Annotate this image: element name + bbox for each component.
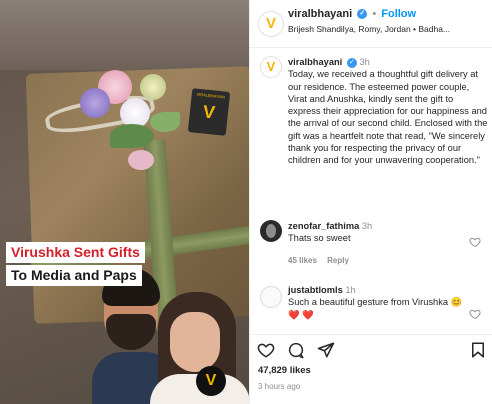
separator-dot: • [372, 8, 377, 20]
brand-badge-icon: V [196, 366, 226, 396]
post-timestamp: 3 hours ago [258, 382, 301, 391]
headline-line-1: Virushka Sent Gifts [6, 242, 145, 263]
flower-decoration [140, 74, 166, 100]
flower-decoration [80, 88, 110, 118]
verified-badge-icon: ✓ [357, 9, 368, 20]
brand-card-text: VIRALBHAYANI [196, 91, 226, 100]
heart-outline-icon[interactable] [469, 236, 481, 248]
comment-likes[interactable]: 45 likes [288, 256, 317, 265]
comment-meta: 45 likes Reply [288, 256, 357, 265]
leaf-decoration [110, 124, 154, 148]
action-bar: 47,829 likes 3 hours ago [250, 334, 492, 404]
commenter-avatar[interactable] [260, 286, 282, 308]
profile-avatar[interactable]: V [258, 11, 284, 37]
caption-text-block: viralbhayani ✓ 3h Today, we received a t… [288, 56, 488, 167]
like-count[interactable]: 47,829 likes [258, 365, 311, 376]
share-icon[interactable] [317, 341, 335, 359]
comment-body: justabtlomls 1h Such a beautiful gesture… [288, 284, 463, 321]
audio-subtitle[interactable]: Brijesh Shandilya, Romy, Jordan • Badha.… [288, 24, 450, 34]
caption-username[interactable]: viralbhayani [288, 57, 342, 67]
headline-line-2: To Media and Paps [6, 265, 142, 286]
comment-icon[interactable] [287, 341, 305, 359]
reply-button[interactable]: Reply [327, 256, 349, 265]
caption-time: 3h [359, 57, 370, 67]
caption-avatar[interactable]: V [260, 56, 282, 78]
commenter-avatar[interactable] [260, 220, 282, 242]
verified-badge-icon: ✓ [346, 57, 357, 68]
header-username[interactable]: viralbhayani [288, 8, 352, 20]
comment-text: Such a beautiful gesture from Virushka 😊… [288, 297, 463, 320]
comments-section[interactable]: V viralbhayani ✓ 3h Today, we received a… [250, 48, 492, 334]
heart-outline-icon[interactable] [469, 308, 481, 320]
comment-time: 3h [361, 221, 373, 231]
header-user-line: viralbhayani ✓ • Follow [288, 8, 416, 20]
like-heart-icon[interactable] [257, 341, 275, 359]
media-background [0, 0, 249, 70]
flower-decoration [128, 150, 154, 170]
comment-username[interactable]: zenofar_fathima [288, 221, 359, 231]
brand-card: VIRALBHAYANI V [187, 88, 231, 136]
caption-text: Today, we received a thoughtful gift del… [288, 69, 488, 166]
leaf-decoration [150, 112, 180, 132]
comment-body: zenofar_fathima 3h Thats so sweet [288, 220, 463, 245]
comment-time: 1h [345, 285, 356, 295]
comment-username[interactable]: justabtlomls [288, 285, 343, 295]
comment-text: Thats so sweet [288, 233, 351, 244]
follow-button[interactable]: Follow [381, 8, 416, 20]
brand-logo-icon: V [201, 101, 217, 123]
media-headline: Virushka Sent Gifts To Media and Paps [6, 242, 145, 288]
post-media[interactable]: VIRALBHAYANI V Virushka Sent Gifts To Me… [0, 0, 249, 404]
post-panel: V viralbhayani ✓ • Follow Brijesh Shandi… [249, 0, 492, 404]
bookmark-icon[interactable] [469, 341, 487, 359]
post-header: V viralbhayani ✓ • Follow Brijesh Shandi… [250, 0, 492, 48]
